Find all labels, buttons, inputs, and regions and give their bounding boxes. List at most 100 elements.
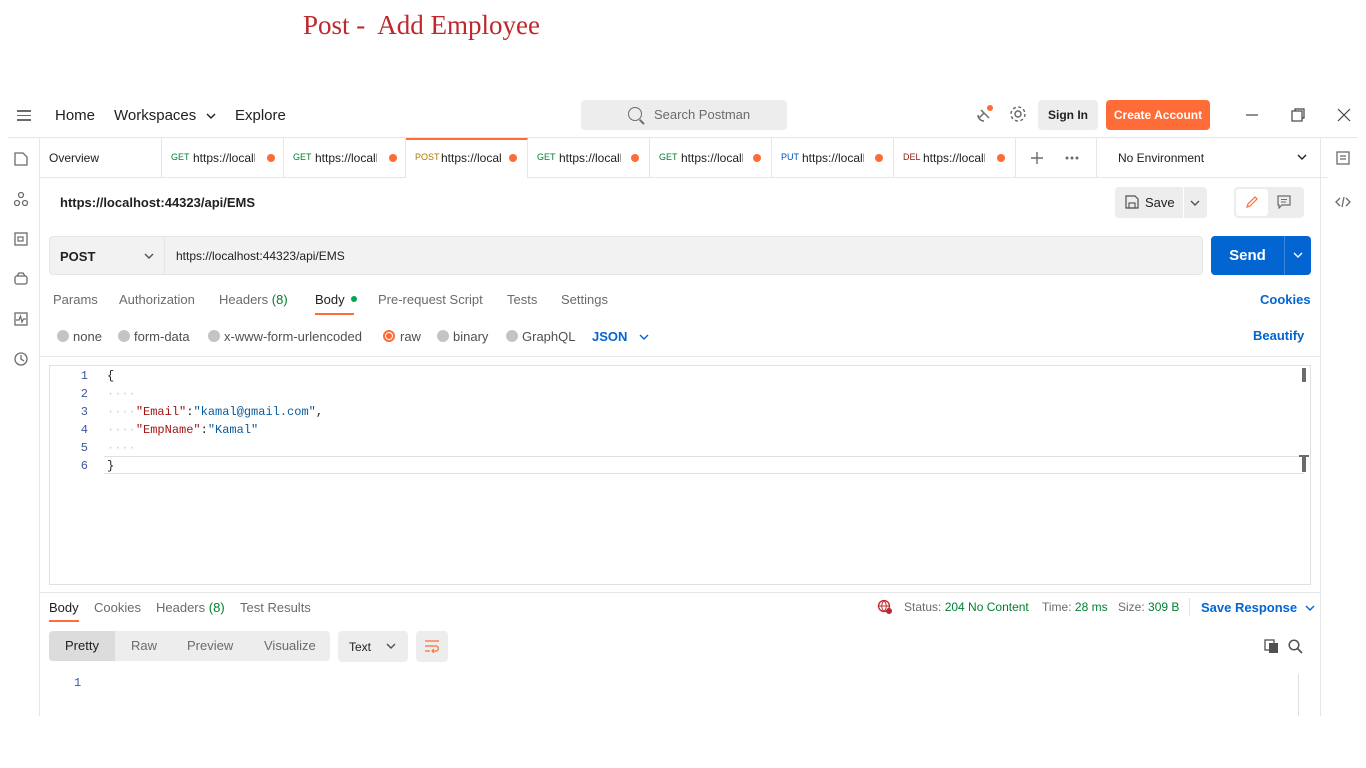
line-number: 1 [80, 369, 88, 383]
scrollbar-thumb[interactable] [1302, 368, 1306, 382]
environment-selector[interactable]: No Environment [1096, 138, 1328, 178]
nav-workspaces[interactable]: Workspaces [114, 107, 216, 124]
environments-icon[interactable] [13, 231, 29, 247]
tab-pre-request-script[interactable]: Pre-request Script [378, 292, 483, 307]
view-preview[interactable]: Preview [187, 638, 233, 653]
response-size[interactable]: Size: 309 B [1118, 600, 1179, 614]
menu-icon[interactable] [17, 110, 31, 122]
response-tab-test-results[interactable]: Test Results [240, 600, 311, 615]
tab-request[interactable]: GET https://localh [528, 138, 650, 178]
indent-dots: ···· [107, 405, 136, 419]
tab-body[interactable]: Body [315, 292, 358, 307]
copy-icon[interactable] [1264, 639, 1279, 654]
radio-raw[interactable] [383, 330, 395, 342]
code-line: ····"EmpName":"Kamal" [107, 423, 259, 437]
tab-request[interactable]: GET https://localh [162, 138, 284, 178]
tab-params[interactable]: Params [53, 292, 98, 307]
code-icon[interactable] [1335, 195, 1351, 209]
line-number: 5 [80, 441, 88, 455]
tab-authorization[interactable]: Authorization [119, 292, 195, 307]
beautify-link[interactable]: Beautify [1253, 328, 1304, 343]
save-response-button[interactable]: Save Response [1201, 600, 1315, 615]
gear-icon[interactable] [1008, 104, 1028, 124]
monitors-icon[interactable] [13, 311, 29, 327]
nav-home[interactable]: Home [55, 107, 95, 124]
view-raw[interactable]: Raw [131, 638, 157, 653]
response-type-select[interactable]: Text [338, 631, 408, 662]
unsaved-dot [753, 154, 761, 162]
radio-binary[interactable] [437, 330, 449, 342]
unsaved-dot [389, 154, 397, 162]
radio-none-label: none [73, 329, 102, 344]
radio-binary-label: binary [453, 329, 489, 344]
size-value: 309 B [1148, 600, 1180, 614]
tab-request[interactable]: GET https://localh [650, 138, 772, 178]
tab-settings[interactable]: Settings [561, 292, 608, 307]
search-box[interactable]: Search Postman [581, 100, 787, 130]
environment-quicklook-icon[interactable] [1335, 150, 1351, 166]
satellite-icon[interactable] [975, 104, 995, 124]
send-button[interactable]: Send [1211, 236, 1284, 275]
request-name[interactable]: https://localhost:44323/api/EMS [60, 195, 255, 210]
view-visualize[interactable]: Visualize [264, 638, 316, 653]
save-button[interactable]: Save [1115, 187, 1183, 218]
radio-urlencoded[interactable] [208, 330, 220, 342]
tab-request-active[interactable]: POST https://local [406, 138, 528, 178]
sign-in-button[interactable]: Sign In [1038, 100, 1098, 130]
wrap-lines-button[interactable] [416, 631, 448, 662]
chevron-down-icon [1293, 252, 1303, 258]
tab-method: GET [537, 152, 556, 162]
tab-request[interactable]: GET https://localh [284, 138, 406, 178]
history-icon[interactable] [13, 351, 29, 367]
collections-icon[interactable] [13, 151, 29, 167]
left-sidebar [8, 138, 40, 716]
tab-overview[interactable]: Overview [40, 138, 162, 178]
view-pretty[interactable]: Pretty [65, 638, 99, 653]
environment-label: No Environment [1118, 151, 1205, 165]
minimize-icon[interactable] [1243, 106, 1261, 124]
method-select[interactable]: POST [49, 236, 165, 275]
tab-url: https://localh [315, 151, 377, 165]
globe-error-icon[interactable] [877, 599, 893, 615]
response-headers-label: Headers [156, 600, 206, 615]
apis-icon[interactable] [13, 191, 29, 207]
nav-explore[interactable]: Explore [235, 107, 286, 124]
response-headers-count: (8) [208, 600, 225, 615]
mock-servers-icon[interactable] [13, 271, 29, 287]
tab-tests[interactable]: Tests [507, 292, 537, 307]
response-time[interactable]: Time: 28 ms [1042, 600, 1108, 614]
plus-icon[interactable] [1030, 151, 1044, 165]
tab-method: GET [659, 152, 678, 162]
response-tab-body[interactable]: Body [49, 600, 79, 615]
edit-mode-button[interactable] [1236, 189, 1268, 216]
search-icon[interactable] [1288, 639, 1303, 654]
save-dropdown-button[interactable] [1184, 187, 1207, 218]
format-select[interactable]: JSON [592, 329, 649, 344]
radio-form-data[interactable] [118, 330, 130, 342]
send-dropdown-button[interactable] [1284, 236, 1311, 275]
tab-request[interactable]: DEL https://localh [894, 138, 1016, 178]
response-tab-headers[interactable]: Headers (8) [156, 600, 225, 615]
tab-request[interactable]: PUT https://localh [772, 138, 894, 178]
tab-label: Overview [49, 151, 100, 165]
response-divider[interactable] [40, 592, 1320, 593]
tab-url: https://local [441, 151, 501, 165]
response-status[interactable]: Status: 204 No Content [904, 600, 1029, 614]
close-icon[interactable] [1335, 106, 1353, 124]
code-line: } [107, 459, 115, 473]
indent-dots: ···· [107, 441, 136, 455]
body-editor[interactable]: 1 2 3 4 5 6 { ···· ····"Email":"kamal@gm… [49, 365, 1311, 585]
more-icon[interactable] [1064, 151, 1080, 165]
line-number: 3 [80, 405, 88, 419]
cookies-link[interactable]: Cookies [1260, 292, 1311, 307]
tab-headers[interactable]: Headers (8) [219, 292, 288, 307]
right-sidebar [1320, 138, 1358, 716]
radio-none[interactable] [57, 330, 69, 342]
url-input[interactable]: https://localhost:44323/api/EMS [165, 236, 1203, 275]
radio-graphql[interactable] [506, 330, 518, 342]
tab-url: https://localh [802, 151, 864, 165]
comment-icon[interactable] [1277, 195, 1291, 209]
response-tab-cookies[interactable]: Cookies [94, 600, 141, 615]
restore-icon[interactable] [1289, 106, 1307, 124]
create-account-button[interactable]: Create Account [1106, 100, 1210, 130]
